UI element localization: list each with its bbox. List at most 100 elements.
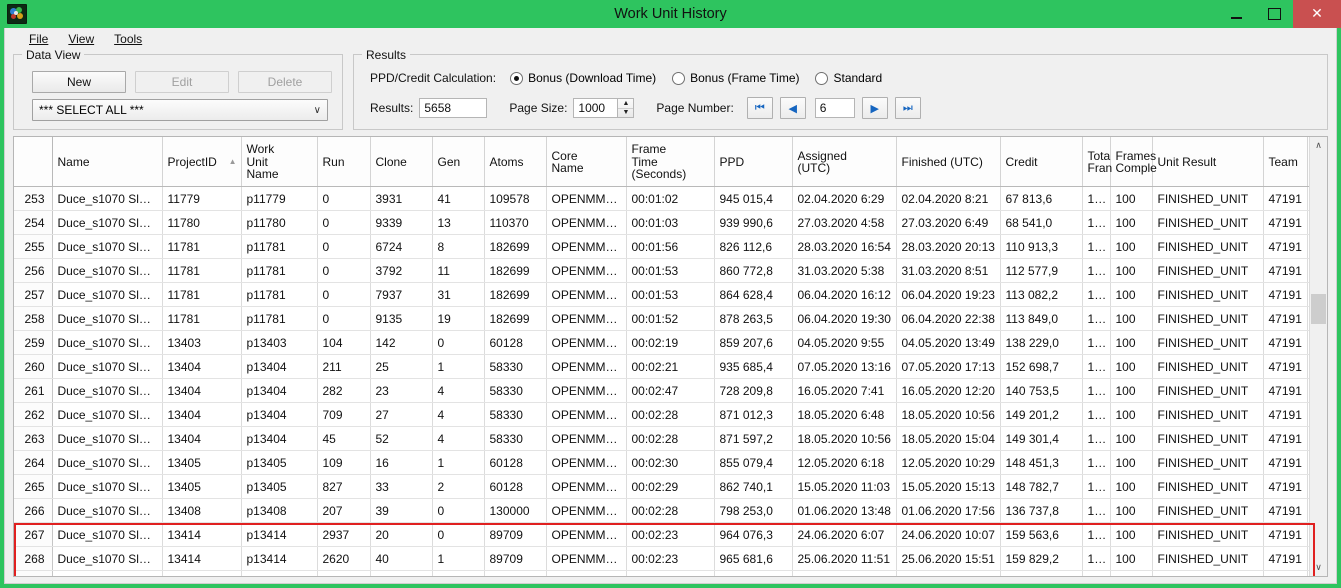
- grid-header-frame_time[interactable]: Frame Time (Seconds): [626, 137, 715, 187]
- table-row[interactable]: 256 Duce_s1070 Slot 01 11781 p11781 0 3792 11 1…: [14, 258, 1309, 283]
- cell-ppd: 945 015,4: [714, 186, 793, 211]
- cell-team: 47191: [1263, 306, 1308, 331]
- cell-work_unit_name: p13405: [241, 474, 318, 499]
- cell-unit_result: FINISHED_UNIT: [1152, 330, 1264, 355]
- cell-finished: 02.04.2020 8:21: [896, 186, 1001, 211]
- grid-vertical-scrollbar[interactable]: ∧ ∨: [1309, 137, 1327, 576]
- client-area: File View Tools Data View New Edit Delet…: [4, 28, 1337, 584]
- cell-frames_completed: 100: [1110, 450, 1153, 475]
- table-row[interactable]: 260 Duce_s1070 Slot 01 13404 p13404 211 25 1 58…: [14, 354, 1309, 379]
- table-row[interactable]: 265 Duce_s1070 Slot 01 13405 p13405 827 33 2 60…: [14, 474, 1309, 499]
- table-row[interactable]: 267 Duce_s1070 Slot 01 13414 p13414 2937 20 0 8…: [14, 522, 1309, 547]
- table-row[interactable]: 259 Duce_s1070 Slot 01 13403 p13403 104 142 0 6…: [14, 330, 1309, 355]
- table-row[interactable]: 266 Duce_s1070 Slot 01 13408 p13408 207 39 0 13…: [14, 498, 1309, 523]
- page-size-stepper[interactable]: ▲ ▼: [617, 98, 635, 118]
- cell-work_unit_name: p13404: [241, 426, 318, 451]
- grid-header-frames_completed[interactable]: Frames Comple: [1110, 137, 1157, 187]
- table-row[interactable]: 264 Duce_s1070 Slot 01 13405 p13405 109 16 1 60…: [14, 450, 1309, 475]
- table-row[interactable]: 262 Duce_s1070 Slot 01 13404 p13404 709 27 4 58…: [14, 402, 1309, 427]
- results-count-field[interactable]: 5658: [419, 98, 488, 118]
- radio-bonus-frame-time[interactable]: Bonus (Frame Time): [672, 71, 799, 85]
- table-row[interactable]: 254 Duce_s1070 Slot 01 11780 p11780 0 9339 13 1…: [14, 210, 1309, 235]
- cell-team: 47191: [1263, 330, 1308, 355]
- cell-finished: 31.03.2020 8:51: [896, 258, 1001, 283]
- cell-work_unit_name: p13414: [241, 522, 318, 547]
- radio-bonus-download-time[interactable]: Bonus (Download Time): [510, 71, 656, 85]
- data-view-select[interactable]: *** SELECT ALL *** ∨: [32, 99, 328, 121]
- grid-header-work_unit_name[interactable]: Work Unit Name: [241, 137, 318, 187]
- scrollbar-thumb[interactable]: [1311, 294, 1326, 324]
- cell-frames_completed: 100: [1110, 354, 1153, 379]
- cell-gen: 1: [432, 450, 485, 475]
- grid-header-gen[interactable]: Gen: [432, 137, 485, 187]
- cell-work_unit_name: p13414: [241, 546, 318, 571]
- cell-run: 282: [317, 378, 371, 403]
- scrollbar-track[interactable]: [1310, 154, 1327, 559]
- grid-header-credit[interactable]: Credit: [1000, 137, 1083, 187]
- cell-atoms: 182699: [484, 234, 547, 259]
- grid-header-assigned[interactable]: Assigned (UTC): [792, 137, 897, 187]
- scroll-up-icon[interactable]: ∧: [1310, 137, 1327, 154]
- grid-scroll-area: Name ProjectID ▲ Work Unit Name Run Clone Gen A…: [14, 137, 1309, 576]
- cell-total_frames: 100: [1082, 378, 1111, 403]
- table-row[interactable]: 257 Duce_s1070 Slot 01 11781 p11781 0 7937 31 1…: [14, 282, 1309, 307]
- radio-standard[interactable]: Standard: [815, 71, 882, 85]
- table-row[interactable]: 261 Duce_s1070 Slot 01 13404 p13404 282 23 4 58…: [14, 378, 1309, 403]
- table-row[interactable]: 253 Duce_s1070 Slot 01 11779 p11779 0 3931 41 1…: [14, 186, 1309, 211]
- new-button[interactable]: New: [32, 71, 126, 93]
- row-number: 265: [14, 474, 53, 499]
- stepper-down-icon: ▼: [622, 109, 630, 117]
- cell-name: Duce_s1070 Slot 01: [52, 522, 163, 547]
- cell-project_id: 13414: [162, 522, 242, 547]
- cell-ppd: 955 231,3: [714, 570, 793, 576]
- grid-header-atoms[interactable]: Atoms: [484, 137, 547, 187]
- table-row[interactable]: 263 Duce_s1070 Slot 01 13404 p13404 45 52 4 583…: [14, 426, 1309, 451]
- cell-name: Duce_s1070 Slot 01: [52, 402, 163, 427]
- pagination-row: Results: 5658 Page Size: 1000 ▲ ▼ Page N…: [370, 97, 1317, 119]
- grid-header-name[interactable]: Name: [52, 137, 163, 187]
- cell-team: 47191: [1263, 522, 1308, 547]
- cell-clone: 10: [370, 570, 433, 576]
- cell-name: Duce_s1070 Slot 01: [52, 258, 163, 283]
- page-number-field[interactable]: 6: [814, 98, 855, 118]
- table-row[interactable]: 258 Duce_s1070 Slot 01 11781 p11781 0 9135 19 1…: [14, 306, 1309, 331]
- row-number: 269: [14, 570, 53, 576]
- last-page-button[interactable]: ⏭: [894, 97, 921, 119]
- grid-header-core_name[interactable]: Core Name: [546, 137, 627, 187]
- grid-header-project_id[interactable]: ProjectID ▲: [162, 137, 242, 187]
- cell-frame_time: 00:01:02: [626, 186, 715, 211]
- grid-header-unit_result[interactable]: Unit Result: [1152, 137, 1264, 187]
- menu-file[interactable]: File: [19, 30, 58, 48]
- edit-button[interactable]: Edit: [135, 71, 229, 93]
- cell-assigned: 06.04.2020 16:12: [792, 282, 897, 307]
- grid-header-total_frames[interactable]: Tota Fran: [1082, 137, 1112, 187]
- grid-header-ppd[interactable]: PPD: [714, 137, 793, 187]
- cell-run: 2620: [317, 546, 371, 571]
- table-row[interactable]: 269Duce_s1070 Slot 0113414p1341442621018…: [14, 570, 1309, 576]
- prev-page-button[interactable]: ◀: [779, 97, 806, 119]
- minimize-button[interactable]: [1217, 0, 1255, 28]
- scroll-down-icon[interactable]: ∨: [1310, 559, 1327, 576]
- cell-frame_time: 00:02:30: [626, 450, 715, 475]
- delete-button[interactable]: Delete: [238, 71, 332, 93]
- grid-header-rownum[interactable]: [14, 137, 53, 187]
- grid-header-clone[interactable]: Clone: [370, 137, 433, 187]
- grid-header-finished[interactable]: Finished (UTC): [896, 137, 1001, 187]
- menu-tools[interactable]: Tools: [104, 30, 152, 48]
- next-page-button[interactable]: ▶: [861, 97, 888, 119]
- page-size-field[interactable]: 1000: [573, 98, 618, 118]
- table-row[interactable]: 268 Duce_s1070 Slot 01 13414 p13414 2620 40 1 8…: [14, 546, 1309, 571]
- maximize-button[interactable]: [1255, 0, 1293, 28]
- menu-view[interactable]: View: [58, 30, 104, 48]
- close-button[interactable]: ✕: [1293, 0, 1341, 28]
- table-row[interactable]: 255 Duce_s1070 Slot 01 11781 p11781 0 6724 8 18…: [14, 234, 1309, 259]
- grid-header-run[interactable]: Run: [317, 137, 371, 187]
- first-page-button[interactable]: ⏮: [746, 97, 773, 119]
- grid-header-team[interactable]: Team: [1263, 137, 1308, 187]
- cell-finished: 27.03.2020 6:49: [896, 210, 1001, 235]
- menu-view-label: View: [68, 32, 95, 46]
- results-group-title: Results: [362, 48, 411, 62]
- row-number: 268: [14, 546, 53, 571]
- cell-team: 47191: [1263, 378, 1308, 403]
- cell-name: Duce_s1070 Slot 01: [52, 450, 163, 475]
